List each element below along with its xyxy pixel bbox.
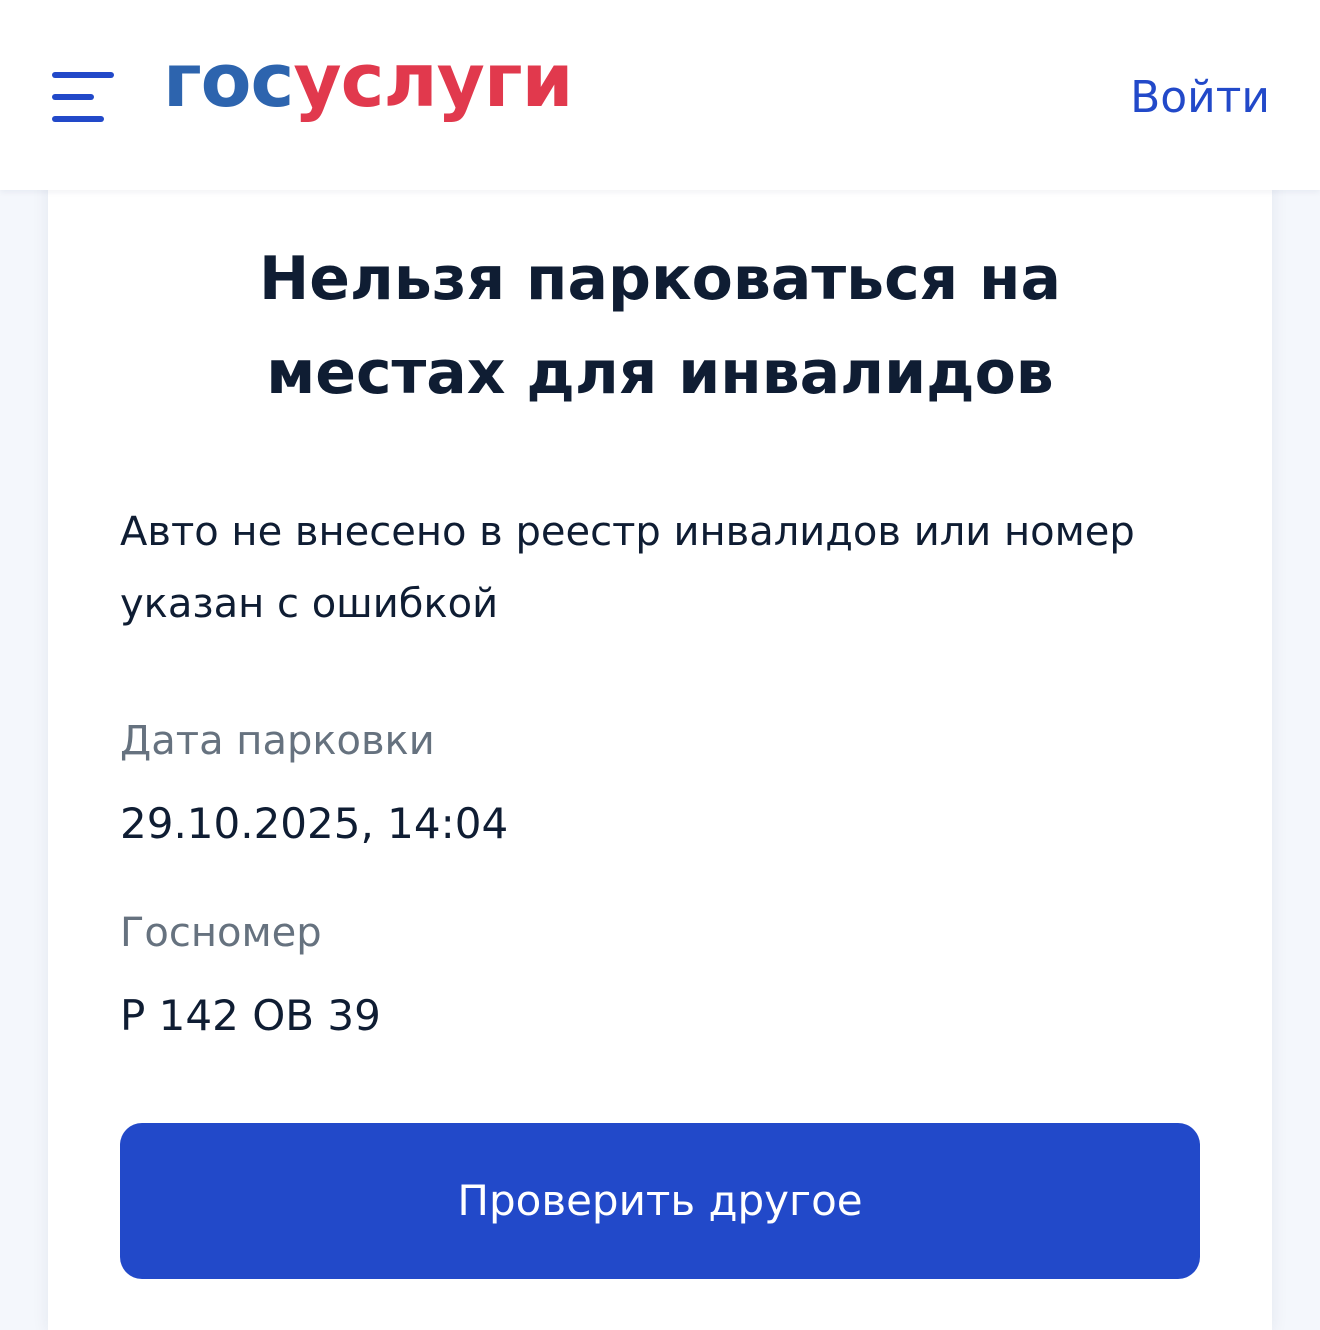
result-title: Нельзя парковаться на местах для инвалид… [258, 244, 1061, 408]
logo-part-uslugi: услуги [293, 38, 573, 124]
license-plate-label: Госномер [120, 910, 322, 956]
top-header: госуслуги Войти [0, 0, 1320, 190]
hamburger-menu-icon[interactable] [52, 72, 114, 122]
gosuslugi-logo[interactable]: госуслуги [163, 44, 573, 118]
result-description: Авто не внесено в реестр инвалидов или н… [120, 509, 1135, 627]
menu-line-top [52, 72, 114, 78]
logo-part-gos: гос [163, 38, 294, 124]
parking-date-value: 29.10.2025, 14:04 [120, 799, 509, 848]
parking-date-label: Дата парковки [120, 718, 435, 764]
license-plate-value: Р 142 ОВ 39 [120, 991, 381, 1040]
login-link[interactable]: Войти [1130, 72, 1270, 124]
check-another-button[interactable]: Проверить другое [120, 1123, 1200, 1279]
result-card: Нельзя парковаться на местах для инвалид… [48, 170, 1272, 1330]
menu-line-bottom [52, 116, 104, 122]
menu-line-middle [52, 94, 94, 100]
